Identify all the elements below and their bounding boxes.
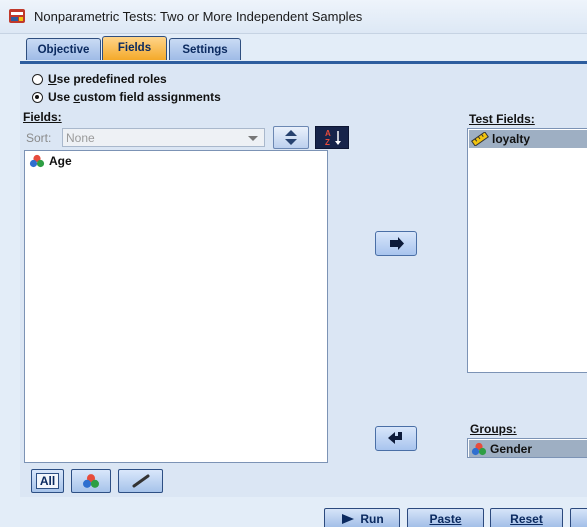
field-label: Age <box>49 154 72 168</box>
groups-label-text: Groups: <box>470 422 517 436</box>
svg-text:A: A <box>325 129 331 138</box>
test-fields-label: Test Fields: <box>469 112 535 126</box>
list-item[interactable]: loyalty <box>469 130 587 148</box>
title-bar: Nonparametric Tests: Two or More Indepen… <box>0 0 587 34</box>
reset-button[interactable]: Reset <box>490 508 563 527</box>
sort-az-icon: A Z <box>325 129 341 147</box>
tab-fields[interactable]: Fields <box>102 36 167 60</box>
sort-value: None <box>66 131 95 145</box>
sort-row: Sort: None A Z <box>23 126 349 150</box>
run-button[interactable]: Run <box>324 508 400 527</box>
groups-field-item[interactable]: Gender <box>469 440 587 457</box>
scale-ruler-icon <box>471 132 489 146</box>
next-footer-button[interactable] <box>570 508 587 527</box>
test-fields-label-text: Test Fields: <box>469 112 535 126</box>
list-item[interactable]: Age <box>29 154 72 168</box>
window-title: Nonparametric Tests: Two or More Indepen… <box>34 9 363 24</box>
sort-alphabetical-button[interactable]: A Z <box>315 126 349 149</box>
fields-listbox[interactable]: Age <box>24 150 328 463</box>
up-down-arrows-icon <box>285 130 297 145</box>
all-button-label: All <box>35 473 60 489</box>
sort-label: Sort: <box>26 131 52 145</box>
scale-ruler-icon <box>132 474 149 488</box>
arrow-left-icon <box>388 432 402 444</box>
reset-label: Reset <box>510 512 543 526</box>
nominal-filter-button[interactable] <box>71 469 111 493</box>
test-fields-listbox[interactable]: loyalty <box>467 128 587 373</box>
groups-value: Gender <box>490 441 533 456</box>
radio-custom-label: Use custom field assignments <box>48 90 221 104</box>
fields-label-text: Fields: <box>23 110 62 124</box>
paste-button[interactable]: Paste <box>407 508 484 527</box>
radio-custom-assignments[interactable]: Use custom field assignments <box>32 89 221 105</box>
nominal-icon <box>29 154 45 168</box>
tab-settings[interactable]: Settings <box>169 38 241 60</box>
nominal-icon <box>83 474 99 488</box>
play-icon <box>342 514 355 524</box>
chevron-down-icon <box>248 136 258 141</box>
test-field-label: loyalty <box>492 132 531 146</box>
all-button[interactable]: All <box>31 469 64 493</box>
nominal-icon <box>471 442 487 455</box>
groups-label: Groups: <box>470 422 517 436</box>
paste-label: Paste <box>429 512 462 526</box>
radio-button-on <box>32 91 43 103</box>
run-label: Run <box>360 512 384 526</box>
fields-label: Fields: <box>23 110 62 124</box>
dialog-window: Nonparametric Tests: Two or More Indepen… <box>0 0 587 527</box>
svg-text:Z: Z <box>325 138 330 147</box>
scale-filter-button[interactable] <box>118 469 163 493</box>
move-to-test-fields-button[interactable] <box>375 231 417 256</box>
move-to-groups-button[interactable] <box>375 426 417 451</box>
radio-predefined-roles[interactable]: Use predefined roles <box>32 71 167 87</box>
tab-objective[interactable]: Objective <box>26 38 101 60</box>
groups-field-box[interactable]: Gender <box>467 438 587 458</box>
spss-dialog-icon <box>9 9 25 23</box>
arrow-right-icon <box>390 237 404 250</box>
radio-button-off <box>32 73 43 85</box>
sort-order-button[interactable] <box>273 126 309 149</box>
radio-predefined-label: Use predefined roles <box>48 72 167 86</box>
sort-dropdown[interactable]: None <box>62 128 265 147</box>
